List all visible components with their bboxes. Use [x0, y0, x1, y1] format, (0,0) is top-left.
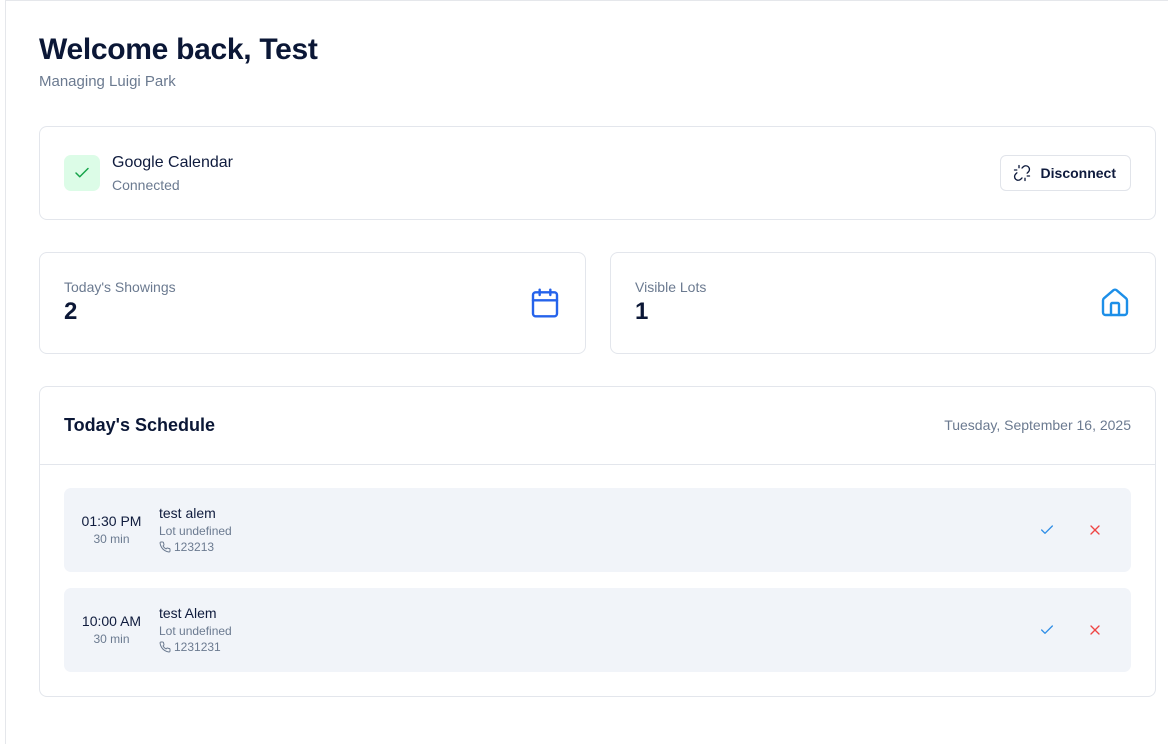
- calendar-connection-card: Google Calendar Connected Disconnect: [39, 126, 1156, 220]
- confirm-showing-button[interactable]: [1035, 518, 1059, 542]
- confirm-showing-button[interactable]: [1035, 618, 1059, 642]
- showing-phone: 123213: [159, 540, 214, 554]
- calendar-name: Google Calendar: [112, 154, 233, 171]
- showing-lot: Lot undefined: [159, 524, 232, 538]
- schedule-title: Today's Schedule: [64, 415, 215, 435]
- showing-time: 10:00 AM: [81, 613, 142, 629]
- unlink-icon: [1013, 164, 1031, 182]
- disconnect-label: Disconnect: [1040, 165, 1116, 181]
- page-subtitle: Managing Luigi Park: [39, 73, 176, 90]
- disconnect-button[interactable]: Disconnect: [999, 155, 1131, 191]
- schedule-card: Today's Schedule Tuesday, September 16, …: [39, 386, 1156, 697]
- cancel-showing-button[interactable]: [1083, 618, 1107, 642]
- page-title: Welcome back, Test: [39, 33, 318, 66]
- home-icon: [1099, 287, 1131, 319]
- stat-value: 2: [64, 298, 78, 325]
- close-icon: [1087, 622, 1103, 638]
- showing-lot: Lot undefined: [159, 624, 232, 638]
- phone-icon: [159, 541, 171, 553]
- phone-icon: [159, 641, 171, 653]
- phone-number: 1231231: [174, 640, 221, 654]
- dashboard-page: Welcome back, Test Managing Luigi Park G…: [5, 0, 1168, 744]
- showing-item: 01:30 PM 30 min test alem Lot undefined …: [64, 488, 1131, 572]
- schedule-header: Today's Schedule Tuesday, September 16, …: [40, 387, 1155, 465]
- showing-phone: 1231231: [159, 640, 221, 654]
- stat-card-showings: Today's Showings 2: [39, 252, 586, 354]
- close-icon: [1087, 522, 1103, 538]
- schedule-date: Tuesday, September 16, 2025: [944, 417, 1131, 433]
- showing-name: test alem: [159, 505, 216, 521]
- stat-label: Today's Showings: [64, 279, 176, 295]
- showing-name: test Alem: [159, 605, 217, 621]
- calendar-status: Connected: [112, 177, 180, 193]
- showing-duration: 30 min: [93, 532, 130, 546]
- showing-duration: 30 min: [93, 632, 130, 646]
- stat-value: 1: [635, 298, 649, 325]
- check-icon: [1039, 522, 1055, 538]
- stat-label: Visible Lots: [635, 279, 707, 295]
- cancel-showing-button[interactable]: [1083, 518, 1107, 542]
- calendar-icon: [529, 287, 561, 319]
- showing-item: 10:00 AM 30 min test Alem Lot undefined …: [64, 588, 1131, 672]
- phone-number: 123213: [174, 540, 215, 554]
- check-icon: [64, 155, 100, 191]
- check-icon: [1039, 622, 1055, 638]
- stat-card-lots: Visible Lots 1: [610, 252, 1156, 354]
- showing-time: 01:30 PM: [81, 513, 142, 529]
